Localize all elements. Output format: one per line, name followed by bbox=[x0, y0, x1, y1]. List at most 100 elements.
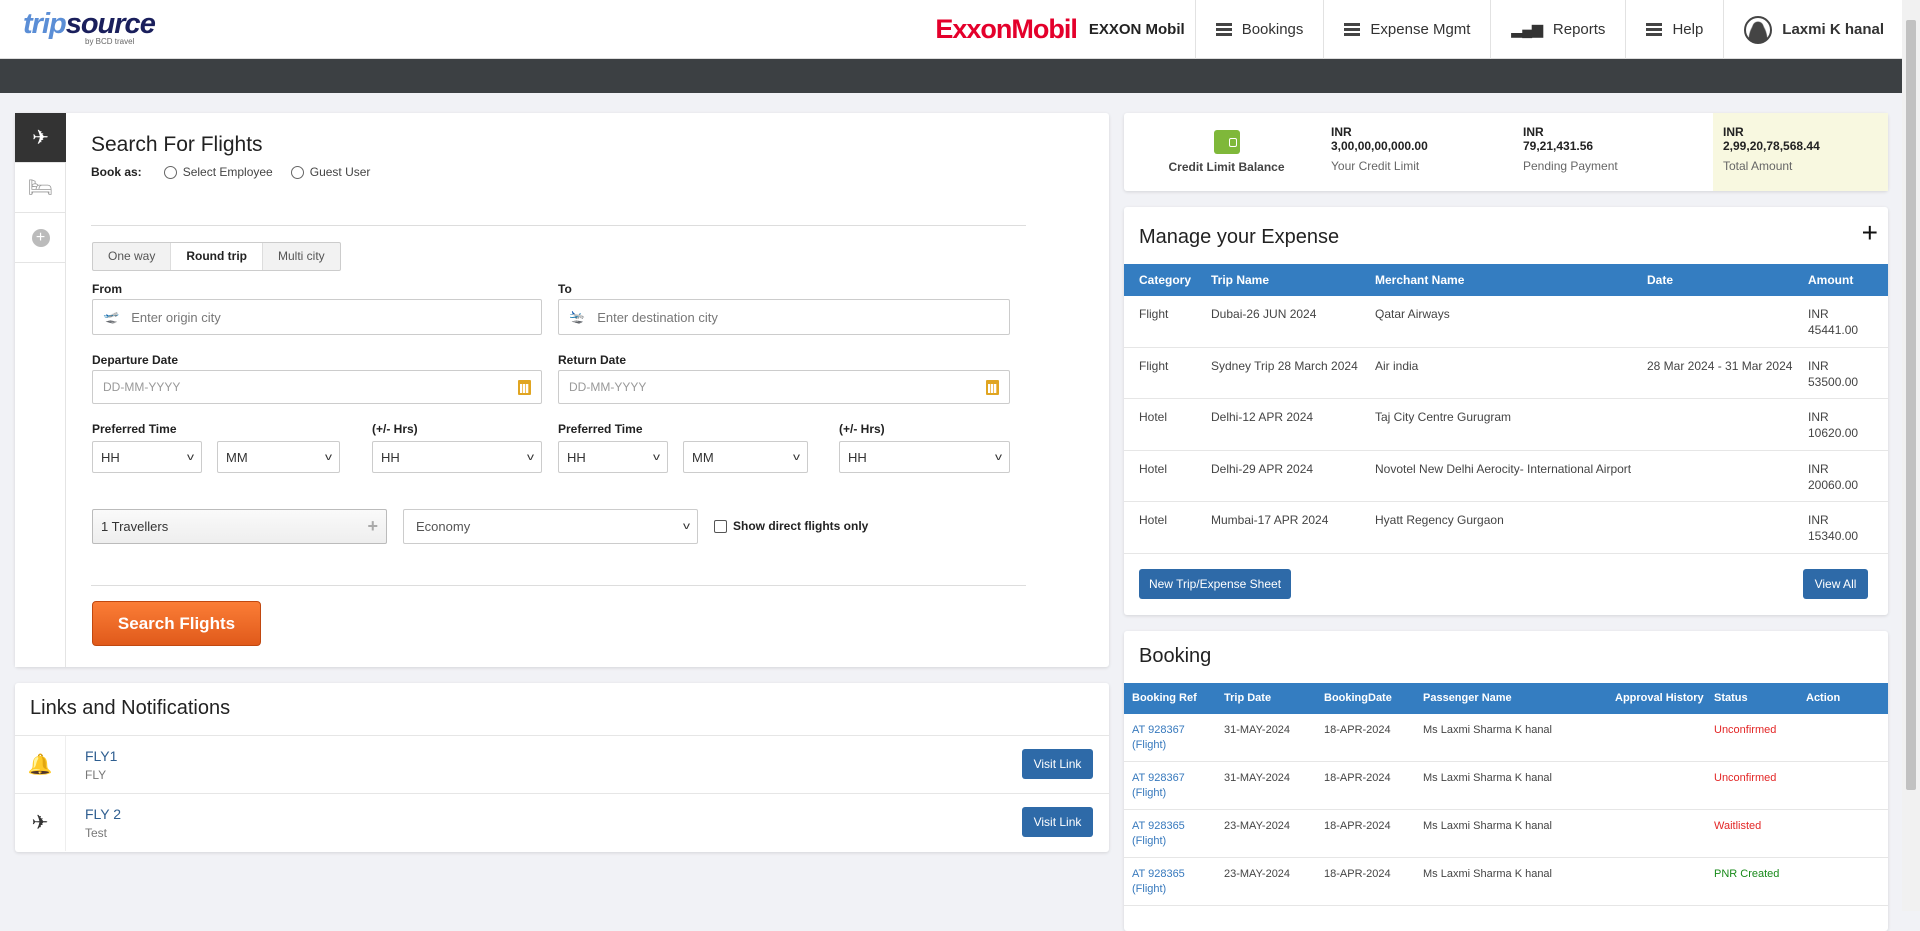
expense-table-row[interactable]: Hotel Mumbai-17 APR 2024 Hyatt Regency Gur… bbox=[1124, 502, 1888, 554]
chevron-down-icon: v bbox=[325, 451, 332, 463]
credit-limit-card: Credit Limit Balance INR 3,00,00,00,000.0… bbox=[1124, 113, 1888, 191]
departure-hour-select[interactable]: HH v bbox=[92, 441, 202, 473]
travellers-selector[interactable]: 1 Travellers + bbox=[92, 509, 387, 544]
booking-table-row: AT 928365 (Flight) 23-MAY-2024 18-APR-2024… bbox=[1124, 810, 1888, 858]
plane-icon: ✈ bbox=[15, 794, 66, 851]
chevron-down-icon: v bbox=[995, 451, 1002, 463]
booking-ref-link[interactable]: AT 928367 (Flight) bbox=[1132, 771, 1197, 801]
expense-table-row[interactable]: Hotel Delhi-12 APR 2024 Taj City Centre Gu… bbox=[1124, 399, 1888, 451]
booking-cell: Ms Laxmi Sharma K hanal bbox=[1423, 772, 1552, 784]
flight-tab-plane-icon[interactable]: ✈ bbox=[15, 113, 66, 163]
origin-input[interactable]: 🛫 Enter origin city bbox=[92, 299, 542, 335]
link-title[interactable]: FLY 2 bbox=[85, 806, 121, 822]
radio-select-employee[interactable]: Select Employee bbox=[163, 165, 273, 179]
credit-limit: INR 3,00,00,00,000.00 Your Credit Limit bbox=[1331, 125, 1428, 173]
expense-title: Manage your Expense bbox=[1139, 226, 1340, 248]
expense-cell: INR 53500.00 bbox=[1808, 358, 1859, 389]
nav-help[interactable]: Help bbox=[1625, 0, 1723, 59]
booking-table-row: AT 928367 (Flight) 31-MAY-2024 18-APR-2024… bbox=[1124, 762, 1888, 810]
landing-icon: 🛬 bbox=[569, 309, 586, 324]
expense-cell: Hotel bbox=[1139, 461, 1168, 476]
cabin-class-select[interactable]: Economy v bbox=[403, 509, 698, 544]
new-trip-expense-sheet-button[interactable]: New Trip/Expense Sheet bbox=[1139, 569, 1291, 599]
expense-cell: Mumbai-17 APR 2024 bbox=[1211, 513, 1329, 527]
departure-minute-select[interactable]: MM v bbox=[217, 441, 340, 473]
total-amount: INR 2,99,20,78,568.44 Total Amount bbox=[1713, 113, 1888, 191]
booking-cell: Ms Laxmi Sharma K hanal bbox=[1423, 820, 1552, 832]
tab-multi-city[interactable]: Multi city bbox=[263, 243, 340, 270]
visit-link-button[interactable]: Visit Link bbox=[1022, 749, 1093, 779]
search-flights-button[interactable]: Search Flights bbox=[92, 601, 261, 646]
booking-cell: 23-MAY-2024 bbox=[1224, 868, 1291, 880]
return-hrs-label: (+/- Hrs) bbox=[839, 422, 885, 436]
departure-hrs-select[interactable]: HH v bbox=[372, 441, 542, 473]
credit-label: Credit Limit Balance bbox=[1168, 160, 1285, 174]
expense-cell: Novotel New Delhi Aerocity- Internationa… bbox=[1375, 461, 1632, 476]
return-date-label: Return Date bbox=[558, 353, 627, 367]
expense-cell: Hotel bbox=[1139, 410, 1168, 424]
return-time-label: Preferred Time bbox=[558, 422, 643, 436]
chevron-down-icon: v bbox=[653, 451, 660, 463]
view-all-button[interactable]: View All bbox=[1803, 569, 1868, 599]
calendar-icon[interactable] bbox=[518, 379, 531, 395]
booking-cell: 18-APR-2024 bbox=[1324, 772, 1391, 784]
plus-icon: + bbox=[367, 516, 378, 536]
nav-reports[interactable]: ▂▄▆ Reports bbox=[1490, 0, 1625, 59]
booking-ref-link[interactable]: AT 928365 (Flight) bbox=[1132, 867, 1197, 897]
return-minute-select[interactable]: MM v bbox=[683, 441, 808, 473]
booking-ref-link[interactable]: AT 928365 (Flight) bbox=[1132, 819, 1197, 849]
tripsource-logo[interactable]: tripsource by BCD travel bbox=[23, 8, 156, 46]
user-menu[interactable]: Laxmi K hanal bbox=[1723, 0, 1884, 59]
chevron-down-icon: v bbox=[683, 521, 690, 532]
takeoff-icon: 🛫 bbox=[103, 309, 120, 324]
top-header: tripsource by BCD travel ExxonMobil EXXO… bbox=[0, 0, 1902, 59]
destination-input[interactable]: 🛬 Enter destination city bbox=[558, 299, 1010, 335]
radio-guest-user[interactable]: Guest User bbox=[290, 165, 370, 179]
expense-cell: Air india bbox=[1375, 358, 1419, 373]
booking-ref-link[interactable]: AT 928367 (Flight) bbox=[1132, 723, 1197, 753]
scrollbar-thumb[interactable] bbox=[1906, 20, 1916, 790]
expense-cell: Flight bbox=[1139, 307, 1169, 321]
expense-table-row[interactable]: Hotel Delhi-29 APR 2024 Novotel New Delhi … bbox=[1124, 451, 1888, 502]
chevron-down-icon: v bbox=[527, 451, 534, 463]
hotel-tab-bed-icon[interactable]: 🛏 bbox=[15, 163, 66, 213]
menu-icon bbox=[1646, 23, 1663, 36]
expense-cell: Hotel bbox=[1139, 513, 1168, 527]
expense-cell: INR 10620.00 bbox=[1808, 410, 1859, 440]
add-expense-plus-icon[interactable]: + bbox=[1862, 217, 1878, 249]
tab-one-way[interactable]: One way bbox=[93, 243, 172, 270]
wallet-icon bbox=[1213, 130, 1240, 154]
nav-expense-mgmt[interactable]: Expense Mgmt bbox=[1323, 0, 1490, 59]
expense-table-row[interactable]: Flight Sydney Trip 28 March 2024 Air india… bbox=[1124, 348, 1888, 399]
link-title[interactable]: FLY1 bbox=[85, 748, 117, 764]
tab-round-trip[interactable]: Round trip bbox=[171, 243, 264, 270]
return-hour-select[interactable]: HH v bbox=[558, 441, 668, 473]
expense-cell: Dubai-26 JUN 2024 bbox=[1211, 307, 1317, 321]
expense-cell: Delhi-29 APR 2024 bbox=[1211, 461, 1314, 476]
departure-hrs-label: (+/- Hrs) bbox=[372, 422, 418, 436]
calendar-icon[interactable] bbox=[986, 379, 999, 395]
return-hrs-select[interactable]: HH v bbox=[839, 441, 1010, 473]
link-subtitle: Test bbox=[85, 826, 108, 840]
status-badge: Unconfirmed bbox=[1714, 724, 1777, 736]
departure-date-input[interactable]: DD-MM-YYYY bbox=[92, 370, 542, 404]
return-date-input[interactable]: DD-MM-YYYY bbox=[558, 370, 1010, 404]
direct-flights-checkbox[interactable]: Show direct flights only bbox=[714, 519, 868, 533]
departure-date-label: Departure Date bbox=[92, 353, 179, 367]
sub-header-bar bbox=[0, 59, 1902, 93]
expense-cell: Taj City Centre Gurugram bbox=[1375, 410, 1512, 424]
expense-table-row[interactable]: Flight Dubai-26 JUN 2024 Qatar Airways INR … bbox=[1124, 296, 1888, 348]
main-nav: ExxonMobil EXXON Mobil Bookings Expense … bbox=[935, 0, 1884, 59]
booking-cell: 18-APR-2024 bbox=[1324, 820, 1391, 832]
booking-title: Booking bbox=[1139, 645, 1212, 667]
bell-icon: 🔔 bbox=[15, 736, 66, 793]
expense-cell: Flight bbox=[1139, 358, 1169, 373]
status-badge: PNR Created bbox=[1714, 868, 1780, 880]
nav-bookings[interactable]: Bookings bbox=[1194, 0, 1324, 59]
trip-type-tabs: One way Round trip Multi city bbox=[92, 242, 341, 271]
manage-expense-panel: Manage your Expense + Category Trip Name… bbox=[1124, 207, 1888, 615]
page-scrollbar[interactable] bbox=[1902, 0, 1920, 911]
add-circle-icon[interactable]: + bbox=[15, 213, 66, 263]
divider bbox=[91, 585, 1026, 586]
visit-link-button[interactable]: Visit Link bbox=[1022, 807, 1093, 837]
